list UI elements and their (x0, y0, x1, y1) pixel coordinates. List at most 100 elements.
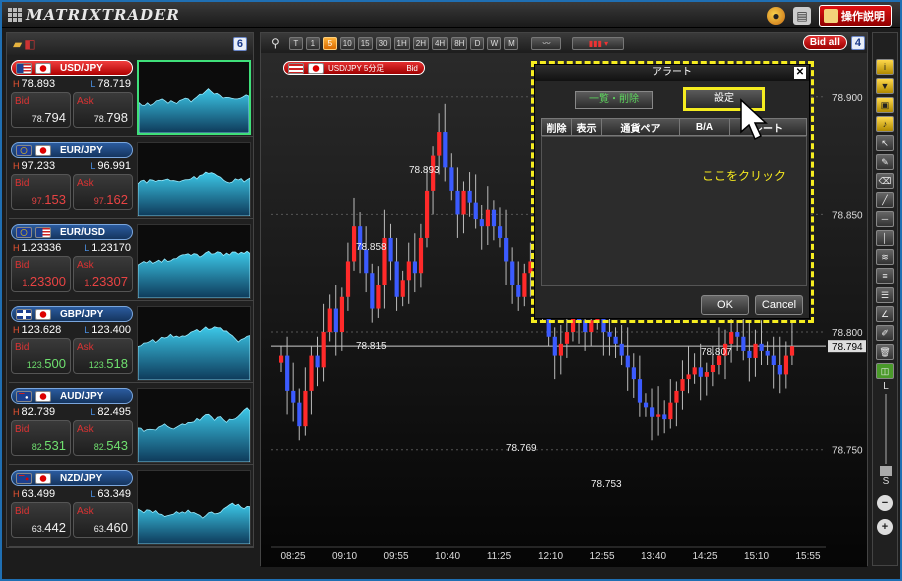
bell-icon[interactable]: ♪ (876, 116, 894, 132)
pair-name-tab[interactable]: USD/JPY (11, 60, 133, 76)
candle[interactable] (686, 374, 691, 380)
ask-button[interactable]: Ask 82.543 (73, 420, 133, 456)
fib-icon[interactable]: ≋ (876, 249, 894, 265)
timeframe-button[interactable]: M (504, 36, 519, 50)
sparkline-chart[interactable] (137, 142, 251, 217)
candle[interactable] (783, 355, 789, 375)
candle[interactable] (735, 332, 740, 337)
candle[interactable] (339, 296, 345, 333)
pair-row[interactable]: EUR/JPY H 97.233 L 96.991 Bid 97.153 Ask 9… (9, 139, 253, 219)
bid-button[interactable]: Bid 97.153 (11, 174, 71, 210)
pair-name-tab[interactable]: GBP/JPY (11, 306, 133, 322)
candle[interactable] (589, 320, 594, 333)
bid-button[interactable]: Bid 123.500 (11, 338, 71, 374)
candle[interactable] (424, 190, 430, 238)
trash-icon[interactable]: 🗑 (876, 344, 894, 360)
candle[interactable] (479, 219, 484, 227)
cancel-button[interactable]: Cancel (755, 295, 803, 315)
candle[interactable] (394, 261, 399, 297)
candle[interactable] (412, 261, 418, 274)
candle[interactable] (564, 332, 570, 344)
pair-count-badge[interactable]: 6 (232, 37, 247, 51)
ask-button[interactable]: Ask 78.798 (73, 92, 133, 128)
col-delete[interactable]: 削除 (542, 119, 572, 135)
candle[interactable] (625, 355, 630, 368)
candle[interactable] (613, 336, 618, 344)
channel-icon[interactable]: ≡ (876, 268, 894, 284)
bid-button[interactable]: Bid 82.531 (11, 420, 71, 456)
candle[interactable] (406, 261, 411, 281)
list-delete-button[interactable]: 一覧・削除 (575, 91, 653, 109)
ok-button[interactable]: OK (701, 295, 749, 315)
timeframe-button[interactable]: 8H (451, 36, 468, 50)
print-icon[interactable]: ▤ (793, 7, 811, 25)
candle[interactable] (777, 365, 782, 375)
flag-icon[interactable]: ▼ (876, 78, 894, 94)
candle[interactable] (437, 132, 442, 156)
candle[interactable] (528, 261, 533, 274)
chart-count-badge[interactable]: 4 (850, 35, 865, 50)
candle[interactable] (558, 343, 563, 356)
eraser-icon[interactable]: ⌫ (876, 173, 894, 189)
bid-button[interactable]: Bid 63.442 (11, 502, 71, 538)
candle[interactable] (327, 308, 332, 333)
candle[interactable] (504, 237, 509, 262)
timeframe-button[interactable]: 30 (375, 36, 391, 50)
sparkline-chart[interactable] (137, 224, 251, 299)
candle[interactable] (291, 390, 296, 403)
zoom-in-icon[interactable]: + (877, 519, 893, 535)
candle[interactable] (449, 167, 454, 191)
zoom-out-icon[interactable]: − (877, 495, 893, 511)
candle[interactable] (692, 367, 697, 375)
candle[interactable] (485, 209, 490, 227)
timeframe-button[interactable]: T (288, 36, 303, 50)
pair-row[interactable]: AUD/JPY H 82.739 L 82.495 Bid 82.531 Ask 8… (9, 385, 253, 465)
col-bid-ask[interactable]: B/A (680, 119, 730, 135)
alert-icon[interactable]: ▣ (876, 97, 894, 113)
close-icon[interactable]: ✕ (794, 67, 806, 79)
candle[interactable] (297, 402, 302, 427)
ask-button[interactable]: Ask 97.162 (73, 174, 133, 210)
candle[interactable] (552, 336, 557, 356)
candle[interactable] (753, 343, 758, 358)
zoom-slider[interactable]: L S (878, 381, 894, 501)
timeframe-button[interactable]: 2H (412, 36, 429, 50)
ask-button[interactable]: Ask 1.23307 (73, 256, 133, 292)
candle[interactable] (315, 355, 320, 368)
candle[interactable] (704, 372, 709, 377)
candle[interactable] (388, 237, 393, 262)
pair-name-tab[interactable]: EUR/USD (11, 224, 133, 240)
candle[interactable] (467, 190, 472, 203)
chart-toggle-icon[interactable]: ◫ (876, 363, 894, 379)
candle[interactable] (516, 285, 521, 297)
candle[interactable] (643, 402, 649, 408)
candle[interactable] (333, 308, 338, 333)
candle[interactable] (418, 237, 424, 274)
chart-type-button[interactable]: 〰 (531, 36, 562, 50)
candle[interactable] (491, 209, 497, 227)
pair-name-tab[interactable]: EUR/JPY (11, 142, 133, 158)
vline-icon[interactable]: │ (876, 230, 894, 246)
pair-row[interactable]: USD/JPY H 78.893 L 78.719 Bid 78.794 Ask 7… (9, 57, 253, 137)
candle[interactable] (668, 402, 673, 420)
candle[interactable] (637, 379, 643, 403)
sparkline-chart[interactable] (137, 306, 251, 381)
sparkline-chart[interactable] (137, 388, 251, 463)
bid-all-toggle[interactable]: Bid all (802, 35, 847, 50)
candle[interactable] (443, 132, 448, 168)
pair-row[interactable]: NZD/JPY H 63.499 L 63.349 Bid 63.442 Ask 6… (9, 467, 253, 547)
col-pair[interactable]: 通貨ペア (602, 119, 680, 135)
candle[interactable] (285, 355, 290, 391)
candle[interactable] (321, 332, 326, 368)
candle[interactable] (619, 343, 624, 356)
pair-name-tab[interactable]: AUD/JPY (11, 388, 133, 404)
bid-button[interactable]: Bid 78.794 (11, 92, 71, 128)
flags-icon[interactable]: ◧ (24, 37, 35, 51)
pair-name-tab[interactable]: NZD/JPY (11, 470, 133, 486)
levels-icon[interactable]: ☰ (876, 287, 894, 303)
pencil-icon[interactable]: ✎ (876, 154, 894, 170)
candle[interactable] (345, 261, 351, 297)
candle[interactable] (674, 390, 679, 403)
candle[interactable] (729, 332, 734, 344)
candle[interactable] (279, 355, 284, 363)
